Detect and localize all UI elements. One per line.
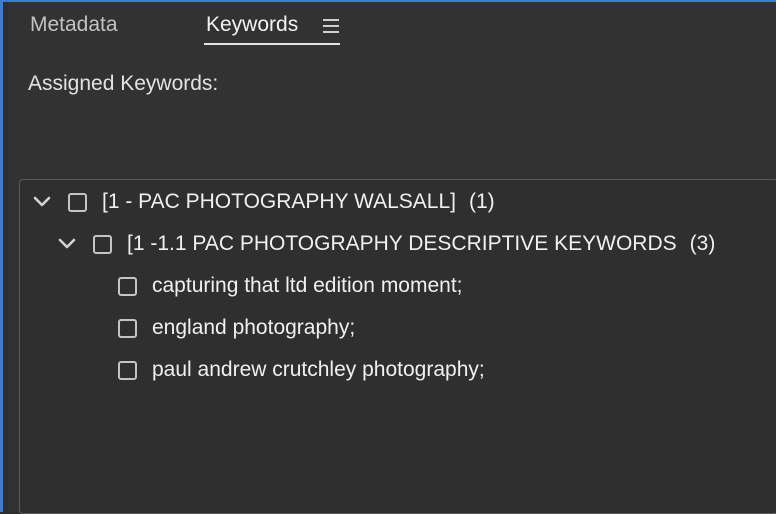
chevron-down-icon[interactable] — [57, 234, 77, 254]
keyword-checkbox[interactable] — [118, 276, 137, 296]
keyword-checkbox[interactable] — [118, 360, 137, 380]
keyword-label[interactable]: paul andrew crutchley photography; — [152, 358, 485, 382]
keyword-item-row: paul andrew crutchley photography; — [118, 355, 485, 385]
keyword-group-row: [1 - PAC PHOTOGRAPHY WALSALL] (1) — [32, 187, 495, 217]
keyword-subgroup-row: [1 -1.1 PAC PHOTOGRAPHY DESCRIPTIVE KEYW… — [57, 229, 715, 259]
hamburger-menu-icon[interactable] — [323, 19, 339, 33]
keyword-subgroup-label[interactable]: [1 -1.1 PAC PHOTOGRAPHY DESCRIPTIVE KEYW… — [127, 232, 677, 256]
keyword-group-checkbox[interactable] — [68, 192, 87, 212]
panel-focus-border-left — [0, 0, 3, 512]
keyword-subgroup-count: (3) — [689, 232, 716, 255]
keyword-label[interactable]: england photography; — [152, 316, 355, 340]
keywords-panel: Metadata Keywords Assigned Keywords: [1 … — [8, 2, 776, 514]
keyword-group-count: (1) — [469, 190, 495, 213]
assigned-keywords-label: Assigned Keywords: — [28, 72, 219, 95]
tab-keywords[interactable]: Keywords — [206, 12, 298, 43]
keyword-group-label[interactable]: [1 - PAC PHOTOGRAPHY WALSALL] — [102, 190, 456, 214]
active-tab-indicator — [204, 43, 340, 45]
keyword-item-row: england photography; — [118, 313, 355, 343]
keyword-subgroup-checkbox[interactable] — [93, 234, 112, 254]
keyword-item-row: capturing that ltd edition moment; — [118, 271, 463, 301]
keyword-label[interactable]: capturing that ltd edition moment; — [152, 274, 463, 298]
keyword-checkbox[interactable] — [118, 318, 137, 338]
panel-tab-bar: Metadata Keywords — [8, 2, 776, 48]
tab-metadata[interactable]: Metadata — [30, 12, 118, 38]
chevron-down-icon[interactable] — [32, 192, 52, 212]
